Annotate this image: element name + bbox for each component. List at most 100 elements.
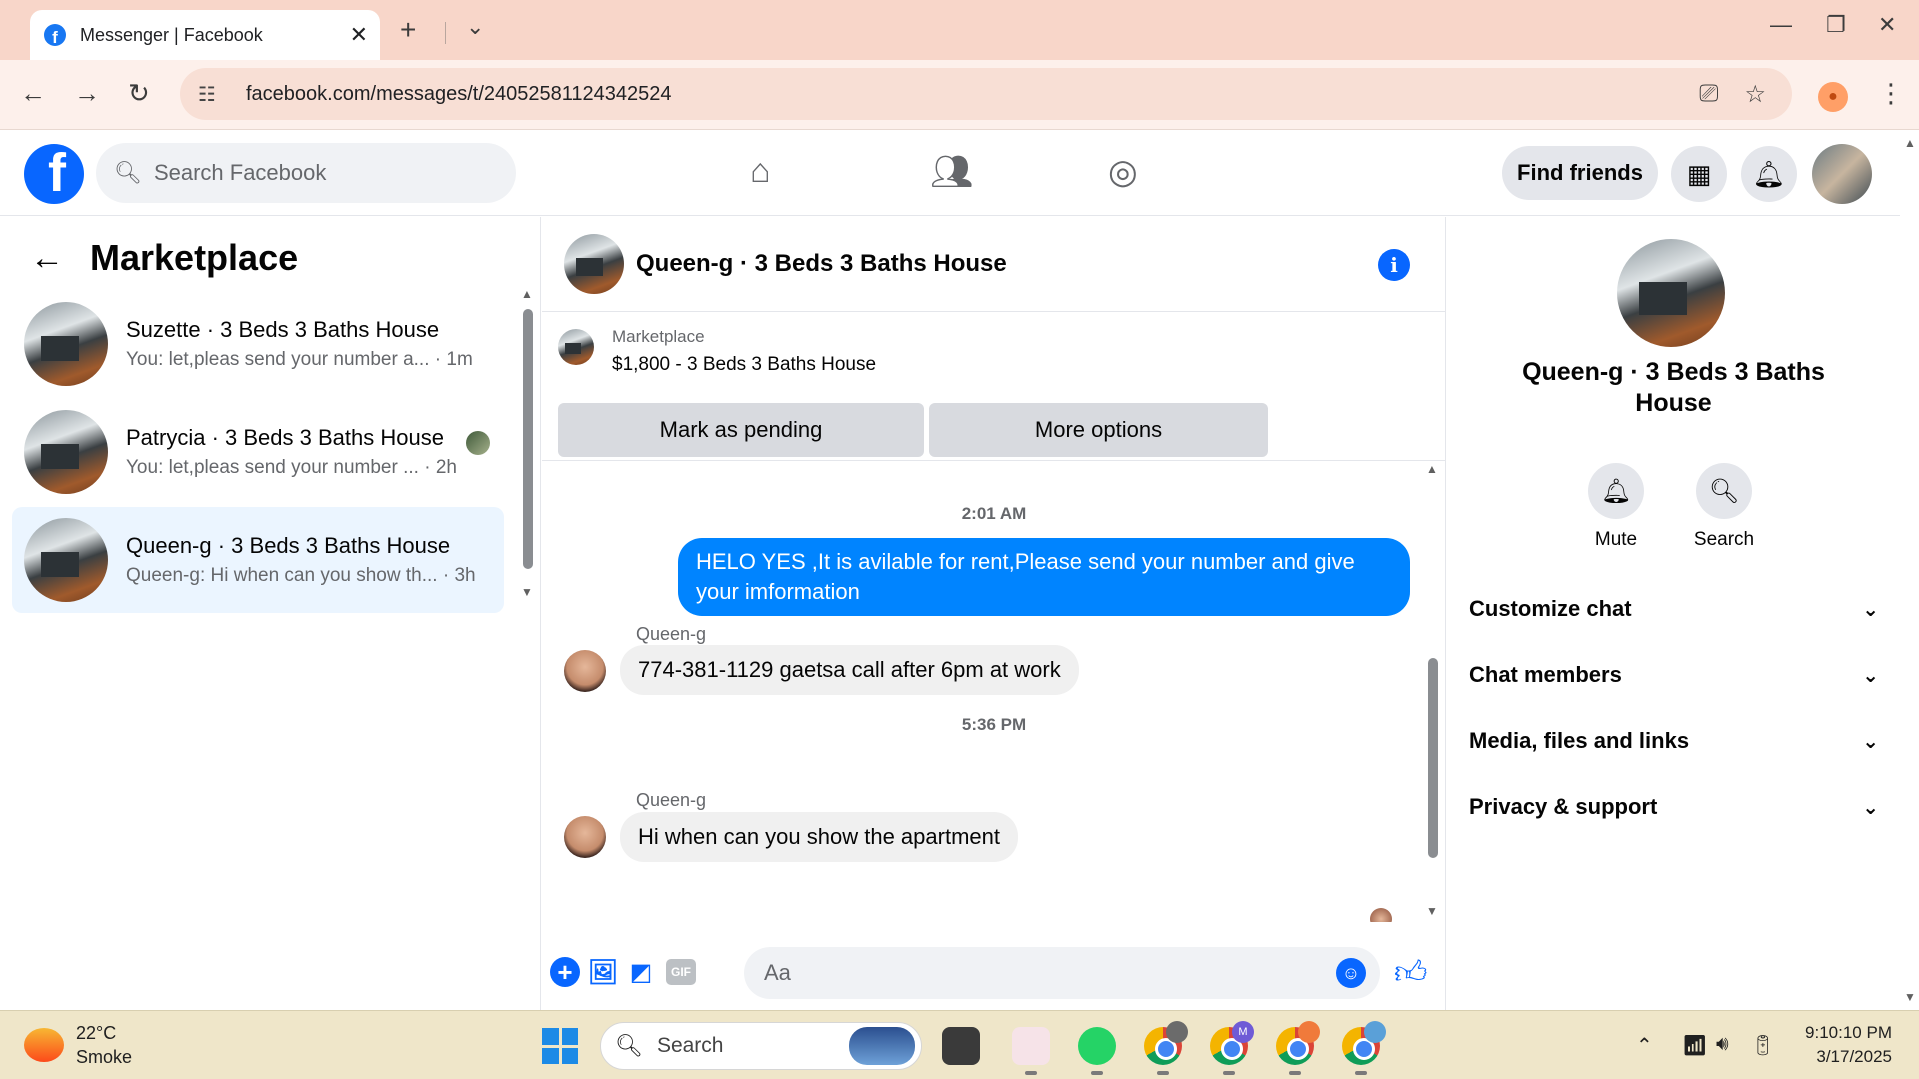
weather-widget[interactable]: 22°C Smoke <box>24 1021 132 1069</box>
weather-temperature: 22°C <box>76 1023 117 1043</box>
tab-search-chevron-icon[interactable]: ⌄ <box>466 14 484 40</box>
page-scrollbar[interactable]: ▲ ▼ <box>1900 130 1919 1010</box>
back-arrow-icon[interactable]: ← <box>30 239 64 278</box>
more-options-button[interactable]: More options <box>929 403 1268 457</box>
show-hidden-icons-chevron-icon[interactable]: ⌃ <box>1636 1033 1653 1058</box>
facebook-search-input[interactable] <box>153 160 474 186</box>
scrollbar-thumb[interactable] <box>1428 658 1438 858</box>
home-icon[interactable]: ⌂ <box>750 152 771 191</box>
taskbar-search-placeholder: Search <box>656 1034 724 1057</box>
info-icon[interactable]: i <box>1378 249 1410 281</box>
mute-button[interactable]: 🔔︎ Mute <box>1571 463 1661 551</box>
conversation-item[interactable]: Patrycia · 3 Beds 3 Baths House You: let… <box>12 399 504 505</box>
chat-scrollbar[interactable]: ▲ ▼ <box>1426 462 1440 922</box>
sender-avatar[interactable] <box>564 816 606 858</box>
battery-icon[interactable]: 🔋︎ <box>1750 1033 1775 1058</box>
scroll-up-icon[interactable]: ▲ <box>1426 462 1438 476</box>
site-info-icon[interactable]: ☷ <box>198 82 228 107</box>
scrollbar-thumb[interactable] <box>523 309 533 569</box>
friends-icon[interactable]: 👥︎ <box>930 152 973 192</box>
listing-small-thumbnail[interactable] <box>558 329 594 365</box>
attach-photo-icon[interactable]: 🖼︎ <box>588 957 618 987</box>
chrome-profile-m-icon[interactable]: M <box>1210 1021 1254 1075</box>
chat-header: Queen-g · 3 Beds 3 Baths House i <box>542 217 1446 312</box>
incoming-message[interactable]: Hi when can you show the apartment <box>620 812 1018 862</box>
message-input-box[interactable]: ☺ <box>744 947 1380 999</box>
bell-icon[interactable]: 🔔︎ <box>1588 463 1644 519</box>
emoji-icon[interactable]: ☺ <box>1336 958 1366 988</box>
outgoing-message[interactable]: HELO YES ,It is avilable for rent,Please… <box>678 538 1410 616</box>
task-view-icon[interactable] <box>942 1027 980 1065</box>
find-friends-button[interactable]: Find friends <box>1502 146 1658 200</box>
conversation-time: · 1m <box>434 349 473 370</box>
close-tab-icon[interactable]: ✕ <box>350 22 368 48</box>
chat-details-panel: Queen-g · 3 Beds 3 Baths House 🔔︎ Mute 🔍… <box>1447 217 1900 1010</box>
facebook-search[interactable]: 🔍︎ <box>96 143 516 203</box>
search-icon[interactable]: 🔍︎ <box>1696 463 1752 519</box>
reload-icon[interactable]: ↻ <box>128 78 150 109</box>
chat-title[interactable]: Queen-g · 3 Beds 3 Baths House <box>636 250 1007 278</box>
sender-name: Queen-g <box>636 790 707 810</box>
chevron-down-icon: ⌄ <box>1862 598 1879 621</box>
chat-profile-name: Queen-g · 3 Beds 3 Baths House <box>1522 358 1825 417</box>
url-text[interactable]: facebook.com/messages/t/2405258112434252… <box>246 83 1699 106</box>
scroll-up-icon[interactable]: ▲ <box>1904 136 1916 150</box>
windows-start-icon[interactable] <box>542 1028 578 1064</box>
chrome-profile-1-icon[interactable] <box>1144 1021 1188 1075</box>
scroll-up-icon[interactable]: ▲ <box>521 287 533 301</box>
gif-icon[interactable]: GIF <box>666 959 696 985</box>
weather-smoke-icon <box>24 1028 64 1062</box>
taskbar-search[interactable]: 🔍︎ Search <box>600 1022 922 1070</box>
facebook-logo-icon[interactable]: f <box>24 144 84 204</box>
sticker-icon[interactable]: ◩ <box>626 957 656 987</box>
window-close-icon[interactable]: ✕ <box>1878 12 1896 38</box>
address-bar[interactable]: ☷ facebook.com/messages/t/24052581124342… <box>180 68 1792 120</box>
forward-arrow-icon[interactable]: → <box>74 78 100 109</box>
chat-listing-thumbnail[interactable] <box>564 234 624 294</box>
scroll-down-icon[interactable]: ▼ <box>1904 990 1916 1004</box>
tab-separator <box>445 22 446 44</box>
search-in-chat-button[interactable]: 🔍︎ Search <box>1679 463 1769 551</box>
system-clock[interactable]: 9:10:10 PM 3/17/2025 <box>1782 1021 1892 1069</box>
chrome-profile-3-icon[interactable] <box>1276 1021 1320 1075</box>
browser-profile-icon[interactable]: ● <box>1818 82 1848 112</box>
whatsapp-icon[interactable] <box>1078 1027 1116 1075</box>
section-label: Privacy & support <box>1469 794 1658 819</box>
scroll-down-icon[interactable]: ▼ <box>1426 904 1438 918</box>
thumbs-up-like-icon[interactable]: 👍︎ <box>1394 953 1427 992</box>
wifi-icon[interactable]: 📶︎ <box>1682 1033 1707 1058</box>
menu-grid-icon[interactable]: ▦ <box>1671 146 1727 202</box>
back-arrow-icon[interactable]: ← <box>20 78 46 109</box>
browser-menu-icon[interactable]: ⋮ <box>1878 78 1904 109</box>
chat-members-section[interactable]: Chat members ⌄ <box>1469 649 1879 701</box>
restore-icon[interactable]: ❐ <box>1826 12 1846 38</box>
minimize-icon[interactable]: — <box>1770 12 1792 38</box>
browser-tab-messenger[interactable]: f Messenger | Facebook ✕ <box>30 10 380 60</box>
chat-profile-thumbnail <box>1617 239 1725 347</box>
message-input[interactable] <box>764 960 1304 986</box>
listing-price-title[interactable]: $1,800 - 3 Beds 3 Baths House <box>612 354 876 376</box>
customize-chat-section[interactable]: Customize chat ⌄ <box>1469 583 1879 635</box>
scroll-down-icon[interactable]: ▼ <box>521 585 533 599</box>
notifications-bell-icon[interactable]: 🔔︎ <box>1741 146 1797 202</box>
new-tab-icon[interactable]: + <box>400 14 416 46</box>
search-label: Search <box>1693 529 1755 550</box>
conversation-item[interactable]: Suzette · 3 Beds 3 Baths House You: let,… <box>12 291 504 397</box>
install-app-icon[interactable]: ⎚ <box>1699 80 1718 108</box>
sender-avatar[interactable] <box>564 650 606 692</box>
snipping-tool-icon[interactable] <box>1012 1027 1050 1075</box>
bookmark-star-icon[interactable]: ☆ <box>1744 80 1766 109</box>
mark-as-pending-button[interactable]: Mark as pending <box>558 403 924 457</box>
chrome-profile-4-icon[interactable] <box>1342 1021 1386 1075</box>
conversation-item-active[interactable]: Queen-g · 3 Beds 3 Baths House Queen-g: … <box>12 507 504 613</box>
conversation-list-scrollbar[interactable]: ▲ ▼ <box>521 287 533 599</box>
marketplace-label: Marketplace <box>612 327 705 346</box>
incoming-message[interactable]: 774-381-1129 gaetsa call after 6pm at wo… <box>620 645 1079 695</box>
groups-icon[interactable]: ◎ <box>1108 152 1138 192</box>
privacy-support-section[interactable]: Privacy & support ⌄ <box>1469 781 1879 833</box>
add-actions-plus-icon[interactable]: + <box>550 957 580 987</box>
media-files-links-section[interactable]: Media, files and links ⌄ <box>1469 715 1879 767</box>
listing-thumbnail <box>24 410 108 494</box>
volume-icon[interactable]: 🔊︎ <box>1716 1033 1729 1056</box>
account-avatar[interactable] <box>1812 144 1872 204</box>
